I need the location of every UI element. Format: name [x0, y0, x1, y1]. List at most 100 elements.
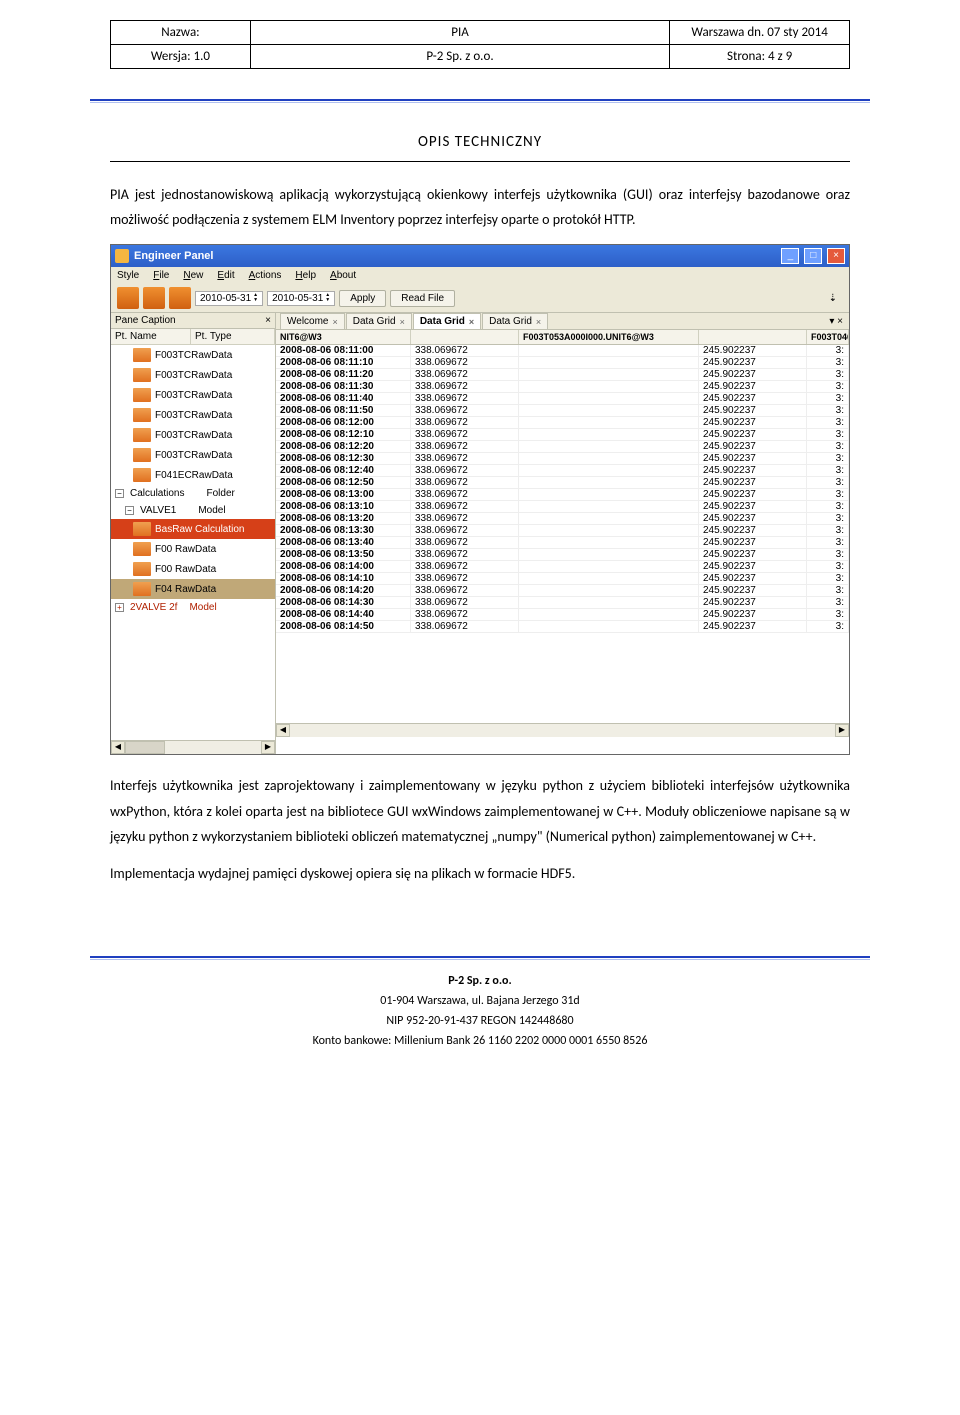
table-row[interactable]: 2008-08-06 08:14:40338.069672245.9022373… [276, 609, 849, 621]
close-icon[interactable]: × [400, 317, 405, 327]
table-row[interactable]: 2008-08-06 08:12:40338.069672245.9022373… [276, 465, 849, 477]
list-item[interactable]: F003TCRawData [111, 365, 275, 385]
close-icon[interactable]: × [469, 317, 474, 327]
table-row[interactable]: 2008-08-06 08:12:00338.069672245.9022373… [276, 417, 849, 429]
list-item[interactable]: F003TCRawData [111, 405, 275, 425]
grid-col-1[interactable]: NIT6@W3 [276, 330, 411, 344]
side-scrollbar[interactable]: ◀ ▶ [111, 740, 275, 754]
grid-body[interactable]: 2008-08-06 08:11:00338.069672245.9022373… [276, 345, 849, 723]
scroll-thumb[interactable] [125, 741, 165, 754]
menu-new[interactable]: New [183, 270, 203, 281]
main-scrollbar[interactable]: ◀ ▶ [276, 723, 849, 737]
grid-col-3[interactable]: F003T053A000I000.UNIT6@W3 [519, 330, 699, 344]
close-button[interactable]: × [827, 248, 845, 264]
table-row[interactable]: 2008-08-06 08:13:40338.069672245.9022373… [276, 537, 849, 549]
table-row[interactable]: 2008-08-06 08:13:20338.069672245.9022373… [276, 513, 849, 525]
paragraph-3: Implementacja wydajnej pamięci dyskowej … [110, 861, 850, 886]
menu-about[interactable]: About [330, 270, 356, 281]
table-row[interactable]: 2008-08-06 08:13:10338.069672245.9022373… [276, 501, 849, 513]
list-item[interactable]: F003TCRawData [111, 345, 275, 365]
toolbar-overflow-icon[interactable]: ⇣ [829, 293, 843, 304]
table-row[interactable]: 2008-08-06 08:12:30338.069672245.9022373… [276, 453, 849, 465]
toolbar-icon-3[interactable] [169, 287, 191, 309]
top-divider [90, 99, 870, 103]
menu-style[interactable]: Style [117, 270, 139, 281]
readfile-button[interactable]: Read File [390, 290, 455, 307]
item-icon [133, 428, 151, 442]
toolbar-icon-2[interactable] [143, 287, 165, 309]
expand-icon[interactable]: + [115, 603, 124, 612]
close-icon[interactable]: × [536, 317, 541, 327]
close-icon[interactable]: × [333, 317, 338, 327]
table-row[interactable]: 2008-08-06 08:11:00338.069672245.9022373… [276, 345, 849, 357]
tree-f04[interactable]: F04 RawData [111, 579, 275, 599]
table-row[interactable]: 2008-08-06 08:14:30338.069672245.9022373… [276, 597, 849, 609]
toolbar: 2010-05-31▲▼ 2010-05-31▲▼ Apply Read Fil… [111, 284, 849, 313]
grid-col-4[interactable] [699, 330, 807, 344]
tab-datagrid-3[interactable]: Data Grid× [482, 313, 548, 329]
tab-datagrid-1[interactable]: Data Grid× [346, 313, 412, 329]
item-icon [133, 368, 151, 382]
scroll-right-icon[interactable]: ▶ [261, 741, 275, 754]
scroll-left-icon[interactable]: ◀ [276, 724, 290, 737]
table-row[interactable]: 2008-08-06 08:14:00338.069672245.9022373… [276, 561, 849, 573]
table-row[interactable]: 2008-08-06 08:12:10338.069672245.9022373… [276, 429, 849, 441]
side-col-type[interactable]: Pt. Type [191, 329, 275, 344]
tree-calculations[interactable]: −CalculationsFolder [111, 485, 275, 502]
table-row[interactable]: 2008-08-06 08:11:40338.069672245.9022373… [276, 393, 849, 405]
menu-edit[interactable]: Edit [217, 270, 234, 281]
bottom-divider [90, 956, 870, 960]
grid-col-5[interactable]: F003T046A000IS00.UNI [807, 330, 849, 344]
menu-help[interactable]: Help [295, 270, 316, 281]
list-item[interactable]: F003TCRawData [111, 425, 275, 445]
item-icon [133, 408, 151, 422]
collapse-icon[interactable]: − [125, 506, 134, 515]
apply-button[interactable]: Apply [339, 290, 386, 307]
menu-file[interactable]: File [153, 270, 169, 281]
tree-f00-b[interactable]: F00 RawData [111, 559, 275, 579]
main-pane: Welcome× Data Grid× Data Grid× Data Grid… [276, 313, 849, 754]
tab-welcome[interactable]: Welcome× [280, 313, 345, 329]
scroll-left-icon[interactable]: ◀ [111, 741, 125, 754]
side-col-name[interactable]: Pt. Name [111, 329, 191, 344]
pin-icon[interactable]: ▾ × [823, 314, 849, 329]
table-row[interactable]: 2008-08-06 08:12:50338.069672245.9022373… [276, 477, 849, 489]
tree-valve2[interactable]: +2VALVE 2fModel [111, 599, 275, 616]
tree-basraw-selected[interactable]: BasRaw Calculation [111, 519, 275, 539]
item-icon [133, 448, 151, 462]
date-to-input[interactable]: 2010-05-31▲▼ [267, 291, 335, 306]
table-row[interactable]: 2008-08-06 08:14:50338.069672245.9022373… [276, 621, 849, 633]
section-title-underline [110, 161, 850, 162]
table-row[interactable]: 2008-08-06 08:11:50338.069672245.9022373… [276, 405, 849, 417]
pane-caption: Pane Caption× [111, 313, 275, 329]
tree-valve1[interactable]: −VALVE1Model [111, 502, 275, 519]
tab-datagrid-active[interactable]: Data Grid× [413, 313, 481, 329]
table-row[interactable]: 2008-08-06 08:13:00338.069672245.9022373… [276, 489, 849, 501]
table-row[interactable]: 2008-08-06 08:13:50338.069672245.9022373… [276, 549, 849, 561]
maximize-button[interactable]: □ [804, 248, 822, 264]
list-item[interactable]: F003TCRawData [111, 445, 275, 465]
grid-header: NIT6@W3 F003T053A000I000.UNIT6@W3 F003T0… [276, 330, 849, 345]
minimize-button[interactable]: _ [781, 248, 799, 264]
window-title: Engineer Panel [134, 250, 779, 262]
footer-address: 01-904 Warszawa, ul. Bajana Jerzego 31d [110, 994, 850, 1008]
tree-f00-a[interactable]: F00 RawData [111, 539, 275, 559]
table-row[interactable]: 2008-08-06 08:14:10338.069672245.9022373… [276, 573, 849, 585]
list-item[interactable]: F003TCRawData [111, 385, 275, 405]
list-item[interactable]: F041ECRawData [111, 465, 275, 485]
table-row[interactable]: 2008-08-06 08:11:30338.069672245.9022373… [276, 381, 849, 393]
table-row[interactable]: 2008-08-06 08:14:20338.069672245.9022373… [276, 585, 849, 597]
titlebar[interactable]: Engineer Panel _ □ × [111, 245, 849, 267]
table-row[interactable]: 2008-08-06 08:13:30338.069672245.9022373… [276, 525, 849, 537]
table-row[interactable]: 2008-08-06 08:12:20338.069672245.9022373… [276, 441, 849, 453]
table-row[interactable]: 2008-08-06 08:11:20338.069672245.9022373… [276, 369, 849, 381]
pane-close-icon[interactable]: × [265, 315, 271, 326]
collapse-icon[interactable]: − [115, 489, 124, 498]
scroll-right-icon[interactable]: ▶ [835, 724, 849, 737]
table-row[interactable]: 2008-08-06 08:11:10338.069672245.9022373… [276, 357, 849, 369]
side-list[interactable]: F003TCRawDataF003TCRawDataF003TCRawDataF… [111, 345, 275, 740]
menu-actions[interactable]: Actions [249, 270, 282, 281]
date-from-input[interactable]: 2010-05-31▲▼ [195, 291, 263, 306]
grid-col-2[interactable] [411, 330, 519, 344]
toolbar-icon-1[interactable] [117, 287, 139, 309]
